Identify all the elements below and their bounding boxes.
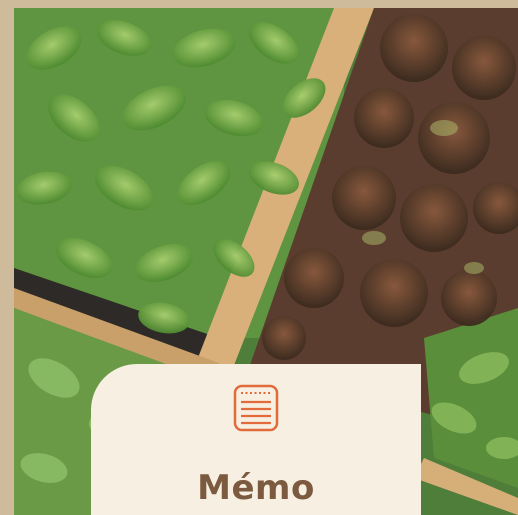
page: Mémo xyxy=(0,0,518,515)
notepad-icon xyxy=(231,383,281,433)
card-title: Mémo xyxy=(197,468,315,508)
memo-card[interactable]: Mémo xyxy=(91,364,421,515)
